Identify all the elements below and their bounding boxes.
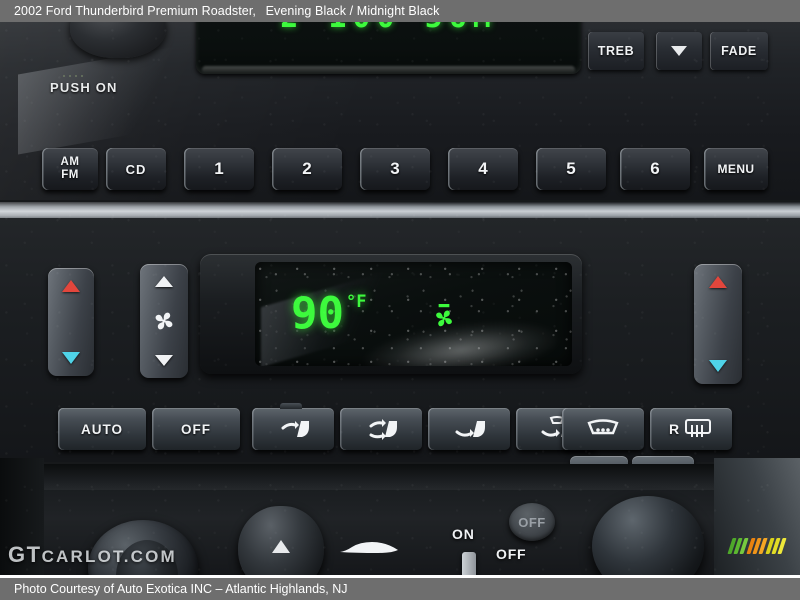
switch-lever[interactable] xyxy=(462,552,476,577)
passenger-temp-rocker[interactable] xyxy=(694,264,742,384)
am-fm-button[interactable]: AM FM xyxy=(42,148,98,190)
climate-display: 90 °F xyxy=(255,262,572,366)
traction-control-button[interactable]: OFF xyxy=(509,503,555,541)
vehicle-title: 2002 Ford Thunderbird Premium Roadster, xyxy=(14,4,256,18)
preset-button-4[interactable]: 4 xyxy=(448,148,518,190)
rear-defrost-r-label: R xyxy=(668,421,681,437)
menu-button[interactable]: MENU xyxy=(704,148,768,190)
fm-label: FM xyxy=(61,169,79,181)
on-label: ON xyxy=(452,526,475,542)
preset-button-3[interactable]: 3 xyxy=(360,148,430,190)
triangle-down-blue-icon xyxy=(62,352,80,364)
temperature-value: 90 xyxy=(291,288,344,339)
climate-mode-row: AUTO OFF R xyxy=(0,403,800,452)
fan-indicator-icon xyxy=(436,304,452,327)
rear-defrost-icon xyxy=(685,419,712,437)
temperature-unit: °F xyxy=(345,292,367,312)
watermark-gt: GT xyxy=(8,542,42,567)
treble-button[interactable]: TREB xyxy=(588,32,644,70)
triangle-down-icon xyxy=(155,355,173,366)
preset-button-5[interactable]: 5 xyxy=(536,148,606,190)
windshield-defrost-icon xyxy=(587,419,619,435)
climate-display-housing: 90 °F xyxy=(200,254,582,374)
off-button[interactable]: OFF xyxy=(152,408,240,450)
page-title: 2002 Ford Thunderbird Premium Roadster, … xyxy=(0,0,800,22)
down-arrow-button[interactable] xyxy=(656,32,702,70)
airflow-face-floor-button[interactable] xyxy=(340,408,422,450)
cd-button[interactable]: CD xyxy=(106,148,166,190)
mirror-selector-knob[interactable] xyxy=(238,506,324,577)
triangle-down-icon xyxy=(671,46,687,56)
gtcarlot-watermark: GTCARLOT.COM xyxy=(8,542,177,568)
driver-temp-rocker[interactable] xyxy=(48,268,94,376)
push-on-label: PUSH ON xyxy=(50,80,118,95)
radio-head-unit: PUSH ON 2 100 56M TREB FADE AM FM CD 1 2… xyxy=(0,22,800,200)
radio-display: 2 100 56M xyxy=(196,22,581,74)
am-label: AM xyxy=(60,156,80,168)
airflow-face-icon xyxy=(281,421,309,437)
site-logo xyxy=(727,534,787,554)
preset-button-2[interactable]: 2 xyxy=(272,148,342,190)
off-label: OFF xyxy=(496,546,527,562)
radio-display-text: 2 100 56M xyxy=(196,22,581,35)
rear-defrost-button[interactable]: R xyxy=(650,408,732,450)
triangle-up-icon xyxy=(272,540,290,553)
airflow-face-floor-icon xyxy=(369,419,397,440)
triangle-up-icon xyxy=(155,276,173,287)
triangle-up-red-icon xyxy=(709,276,727,288)
logo-group-orange xyxy=(746,538,768,554)
logo-group-yellow xyxy=(765,538,787,554)
airflow-floor-button[interactable] xyxy=(428,408,510,450)
airflow-floor-icon xyxy=(455,421,485,437)
logo-group-green xyxy=(727,538,749,554)
vehicle-colors: Evening Black / Midnight Black xyxy=(265,4,440,18)
watermark-carlot: CARLOT.COM xyxy=(41,547,177,566)
airflow-face-button[interactable] xyxy=(252,403,334,450)
display-indicator-dots xyxy=(62,74,84,79)
car-silhouette-icon xyxy=(340,542,398,553)
fan-speed-rocker[interactable] xyxy=(140,264,188,378)
fade-button[interactable]: FADE xyxy=(710,32,768,70)
photo-caption: Photo Courtesy of Auto Exotica INC – Atl… xyxy=(0,578,800,600)
triangle-up-red-icon xyxy=(62,280,80,292)
button-nub xyxy=(280,403,302,409)
triangle-down-blue-icon xyxy=(709,360,727,372)
preset-button-6[interactable]: 6 xyxy=(620,148,690,190)
temperature-readout: 90 °F xyxy=(291,292,366,336)
console-ledge xyxy=(0,464,800,490)
preset-button-1[interactable]: 1 xyxy=(184,148,254,190)
fan-icon xyxy=(155,312,173,330)
auto-button[interactable]: AUTO xyxy=(58,408,146,450)
front-defrost-mode-button[interactable] xyxy=(562,408,644,450)
volume-knob[interactable] xyxy=(70,22,166,58)
console-right-trim xyxy=(714,458,800,577)
display-lip xyxy=(202,66,575,73)
photo-page: 2002 Ford Thunderbird Premium Roadster, … xyxy=(0,0,800,600)
vehicle-photo: PUSH ON 2 100 56M TREB FADE AM FM CD 1 2… xyxy=(0,22,800,577)
